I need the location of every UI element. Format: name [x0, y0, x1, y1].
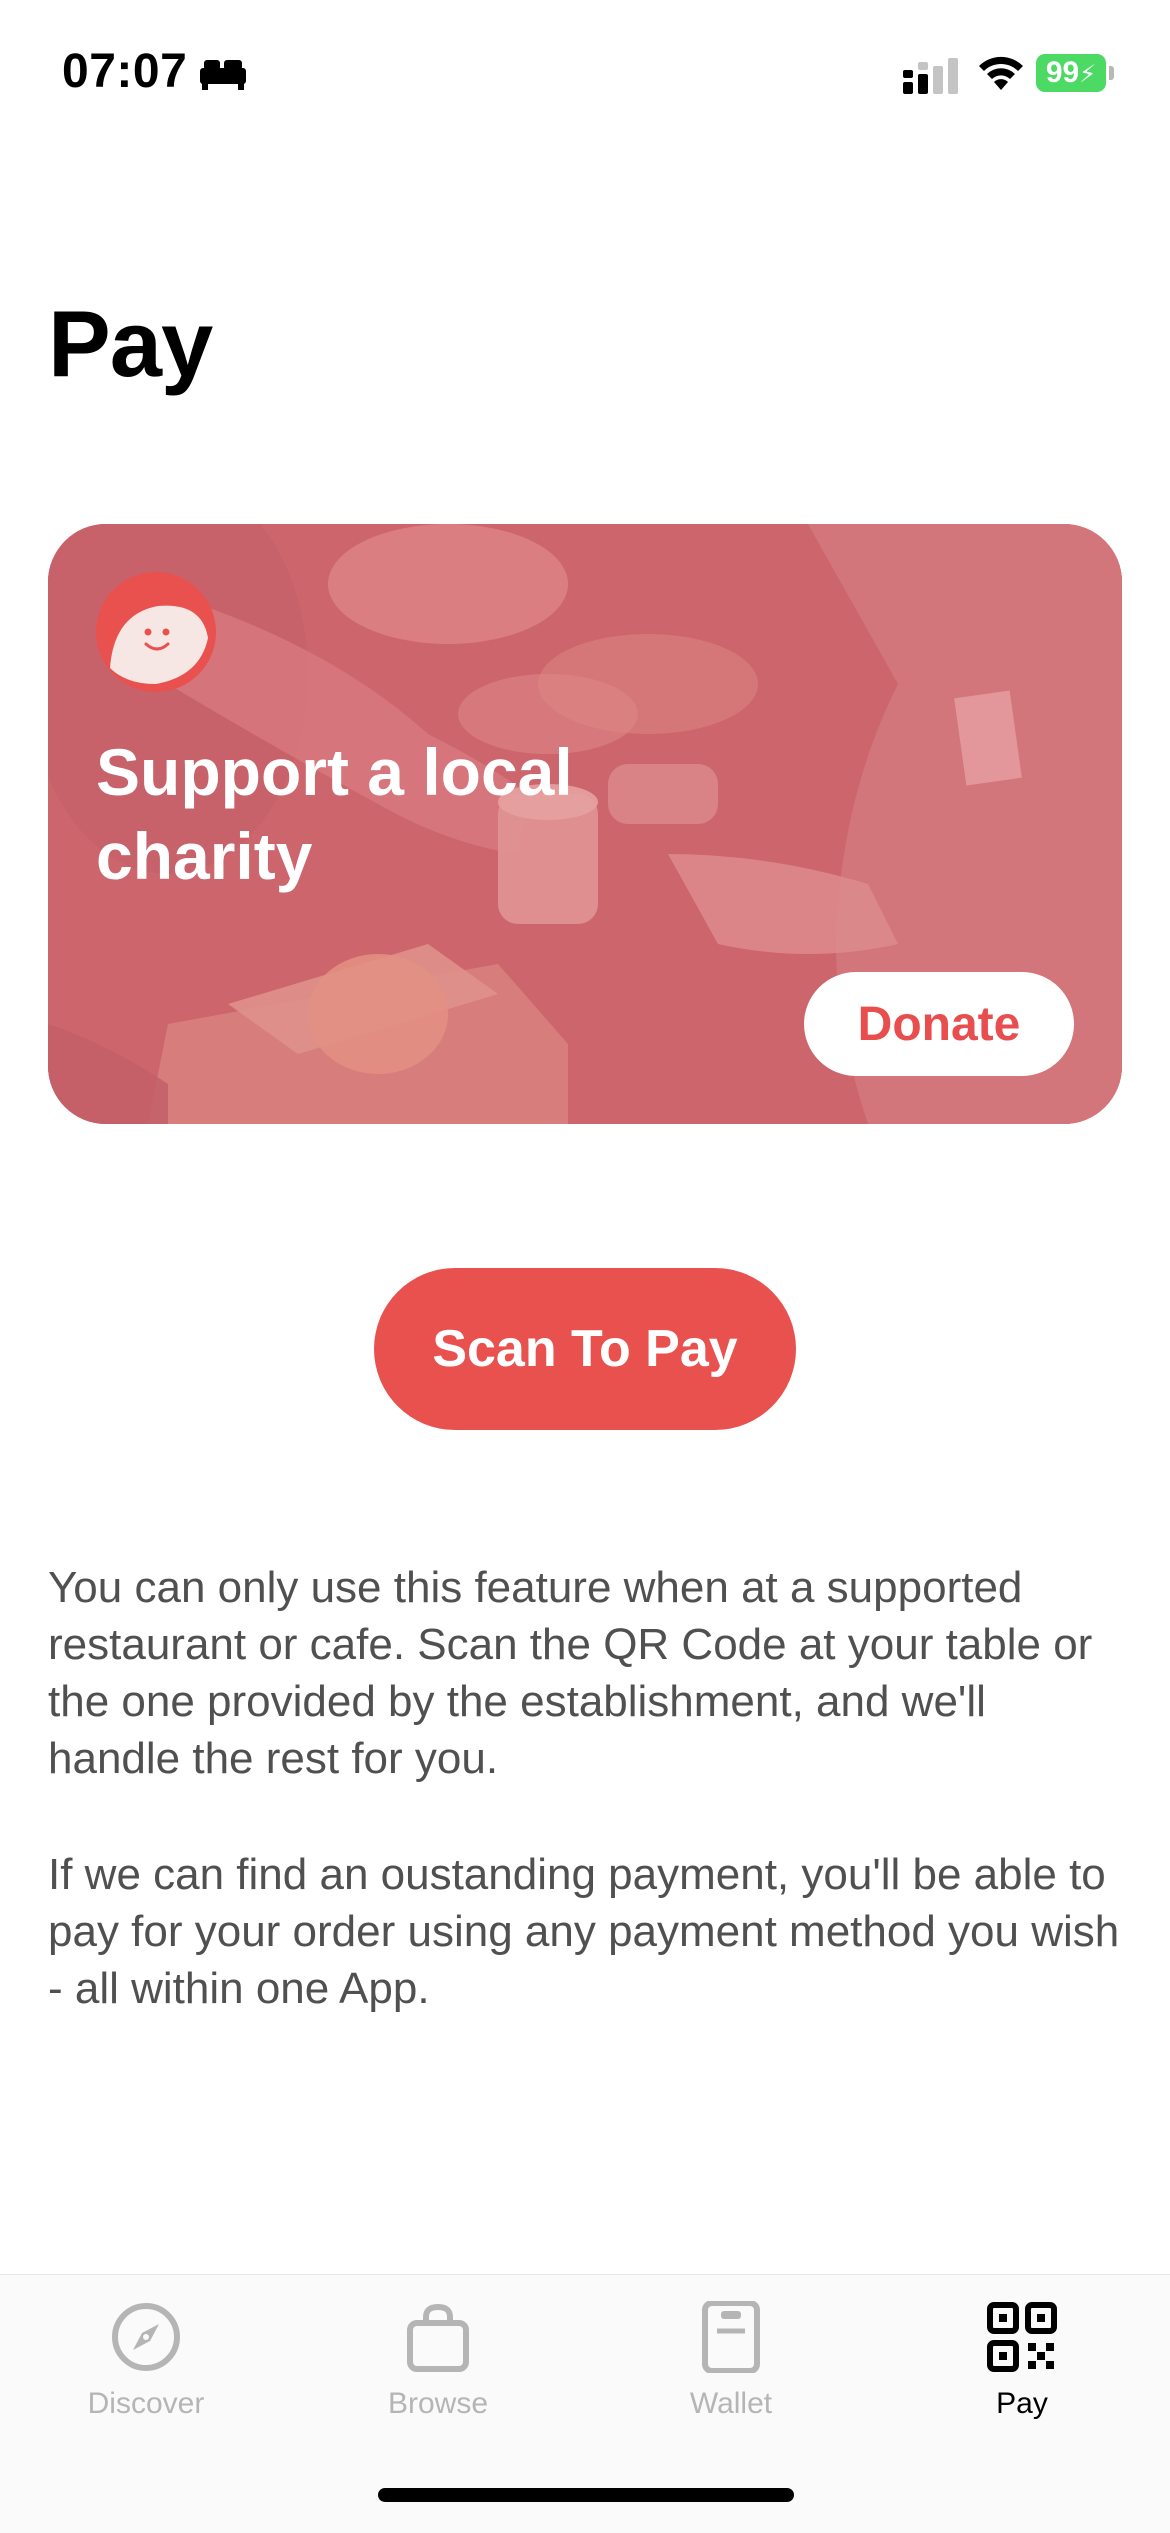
status-time: 07:07 [62, 45, 188, 98]
charity-card-title: Support a local charity [96, 735, 573, 893]
page-title: Pay [48, 291, 213, 396]
tab-pay[interactable]: Pay [876, 2301, 1168, 2441]
battery-level: 99⚡ [1036, 54, 1106, 92]
battery-cap [1109, 66, 1114, 80]
info-paragraph-2: If we can find an oustanding payment, yo… [48, 1850, 1120, 2013]
smiley-logo-icon [96, 572, 216, 692]
battery-percent: 99 [1045, 56, 1080, 89]
info-paragraph-1: You can only use this feature when at a … [48, 1563, 1093, 1783]
tab-label-wallet: Wallet [689, 2387, 773, 2420]
wifi-icon [979, 56, 1023, 90]
home-indicator[interactable] [378, 2488, 794, 2502]
scan-to-pay-button[interactable]: Scan To Pay [374, 1268, 796, 1430]
tab-label-browse: Browse [387, 2387, 489, 2420]
donate-button[interactable]: Donate [804, 972, 1074, 1076]
tab-discover[interactable]: Discover [0, 2301, 292, 2441]
wallet-icon [702, 2301, 760, 2373]
charity-card[interactable]: Support a local charity Donate [48, 524, 1122, 1124]
tab-browse[interactable]: Browse [292, 2301, 584, 2441]
compass-icon [112, 2303, 180, 2371]
cellular-signal-icon [903, 58, 958, 94]
tab-wallet[interactable]: Wallet [585, 2301, 877, 2441]
tab-label-pay: Pay [996, 2387, 1048, 2420]
battery-charging-icon: 99⚡ [1036, 52, 1116, 94]
bed-icon [200, 60, 246, 90]
qr-code-icon [987, 2302, 1057, 2372]
shopping-bag-icon [407, 2303, 469, 2372]
status-bar: 07:07 99⚡ [0, 0, 1170, 150]
tab-label-discover: Discover [87, 2387, 205, 2420]
